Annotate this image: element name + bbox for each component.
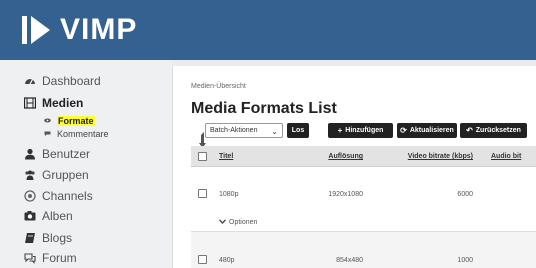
column-header-video-bitrate[interactable]: Video bitrate (kbps) (381, 153, 473, 160)
cell-video-bitrate: 6000 (457, 191, 473, 198)
undo-icon: ↶ (466, 126, 473, 135)
batch-actions-value: Batch-Aktionen (210, 127, 258, 134)
film-icon (24, 97, 36, 109)
logo-text: VIMP (60, 13, 138, 46)
book-icon (24, 232, 36, 244)
sidebar-item-label: Gruppen (42, 168, 89, 182)
sidebar-item-label: Forum (42, 251, 77, 265)
users-icon (24, 169, 36, 181)
row-options-toggle[interactable]: Optionen (219, 219, 257, 226)
chevron-down-icon (219, 219, 226, 226)
plus-icon: + (337, 126, 343, 135)
eye-icon (44, 118, 51, 123)
row-checkbox[interactable] (198, 189, 207, 198)
table-header: Titel Auflösung Video bitrate (kbps) Aud… (191, 146, 536, 167)
row-checkbox[interactable] (198, 255, 207, 264)
camera-icon (24, 210, 36, 222)
vimp-logo[interactable]: VIMP (22, 14, 137, 46)
row-options-label: Optionen (229, 219, 258, 226)
sidebar-subitem-label: Formate (57, 115, 95, 126)
sidebar-item-label: Alben (42, 209, 73, 223)
select-all-checkbox[interactable] (198, 152, 207, 161)
comment-icon (44, 131, 51, 136)
cell-title: 1080p (219, 191, 239, 198)
sidebar: Dashboard Medien Formate Kommentare Benu… (0, 60, 172, 268)
sidebar-item-dashboard[interactable]: Dashboard (24, 73, 101, 89)
refresh-button-label: Aktualisieren (409, 127, 454, 134)
batch-actions-select[interactable]: Batch-Aktionen ⌄ (205, 123, 283, 138)
column-header-audio-bitrate[interactable]: Audio bit (491, 153, 521, 160)
cell-video-bitrate: 1000 (457, 257, 473, 264)
sidebar-item-label: Blogs (42, 231, 73, 245)
go-button-label: Los (291, 127, 305, 134)
page-title: Media Formats List (191, 100, 337, 117)
sidebar-item-label: Channels (42, 189, 93, 203)
refresh-button[interactable]: ⟳ Aktualisieren (397, 123, 457, 138)
add-button-label: Hinzufügen (345, 127, 384, 134)
cell-title: 480p (219, 257, 235, 264)
dashboard-icon (24, 75, 36, 87)
user-icon (24, 148, 36, 160)
channel-icon (24, 190, 36, 202)
reset-button[interactable]: ↶ Zurücksetzen (460, 123, 527, 138)
cell-resolution: 1920x1080 (328, 191, 363, 198)
column-header-resolution[interactable]: Auflösung (309, 153, 363, 160)
go-button[interactable]: Los (287, 123, 309, 138)
table-row[interactable]: 1080p 1920x1080 6000 Optionen (191, 167, 536, 230)
main-content: Medien-Übersicht Media Formats List Batc… (172, 66, 536, 268)
sidebar-subitem-formate[interactable]: Formate (44, 115, 95, 126)
sidebar-item-benutzer[interactable]: Benutzer (24, 146, 90, 162)
column-header-title[interactable]: Titel (219, 153, 233, 160)
sidebar-item-channels[interactable]: Channels (24, 188, 93, 204)
sidebar-item-label: Benutzer (42, 147, 91, 161)
sidebar-subitem-kommentare[interactable]: Kommentare (44, 128, 109, 139)
app-header: VIMP (0, 0, 536, 60)
breadcrumb[interactable]: Medien-Übersicht (191, 83, 246, 90)
cell-resolution: 854x480 (336, 257, 363, 264)
chat-icon (24, 252, 36, 264)
logo-mark-icon (22, 16, 50, 44)
refresh-icon: ⟳ (400, 126, 407, 135)
sidebar-item-forum[interactable]: Forum (24, 250, 77, 266)
sidebar-item-alben[interactable]: Alben (24, 208, 73, 224)
table-row[interactable]: 480p 854x480 1000 (191, 231, 536, 268)
sidebar-item-blogs[interactable]: Blogs (24, 230, 72, 246)
sidebar-item-gruppen[interactable]: Gruppen (24, 167, 89, 183)
reset-button-label: Zurücksetzen (475, 127, 521, 134)
sidebar-item-medien[interactable]: Medien (24, 95, 83, 111)
sidebar-item-label: Medien (42, 96, 84, 110)
sidebar-item-label: Dashboard (42, 74, 101, 88)
chevron-down-icon: ⌄ (271, 127, 278, 136)
sidebar-subitem-label: Kommentare (57, 128, 109, 139)
add-button[interactable]: + Hinzufügen (328, 123, 393, 138)
